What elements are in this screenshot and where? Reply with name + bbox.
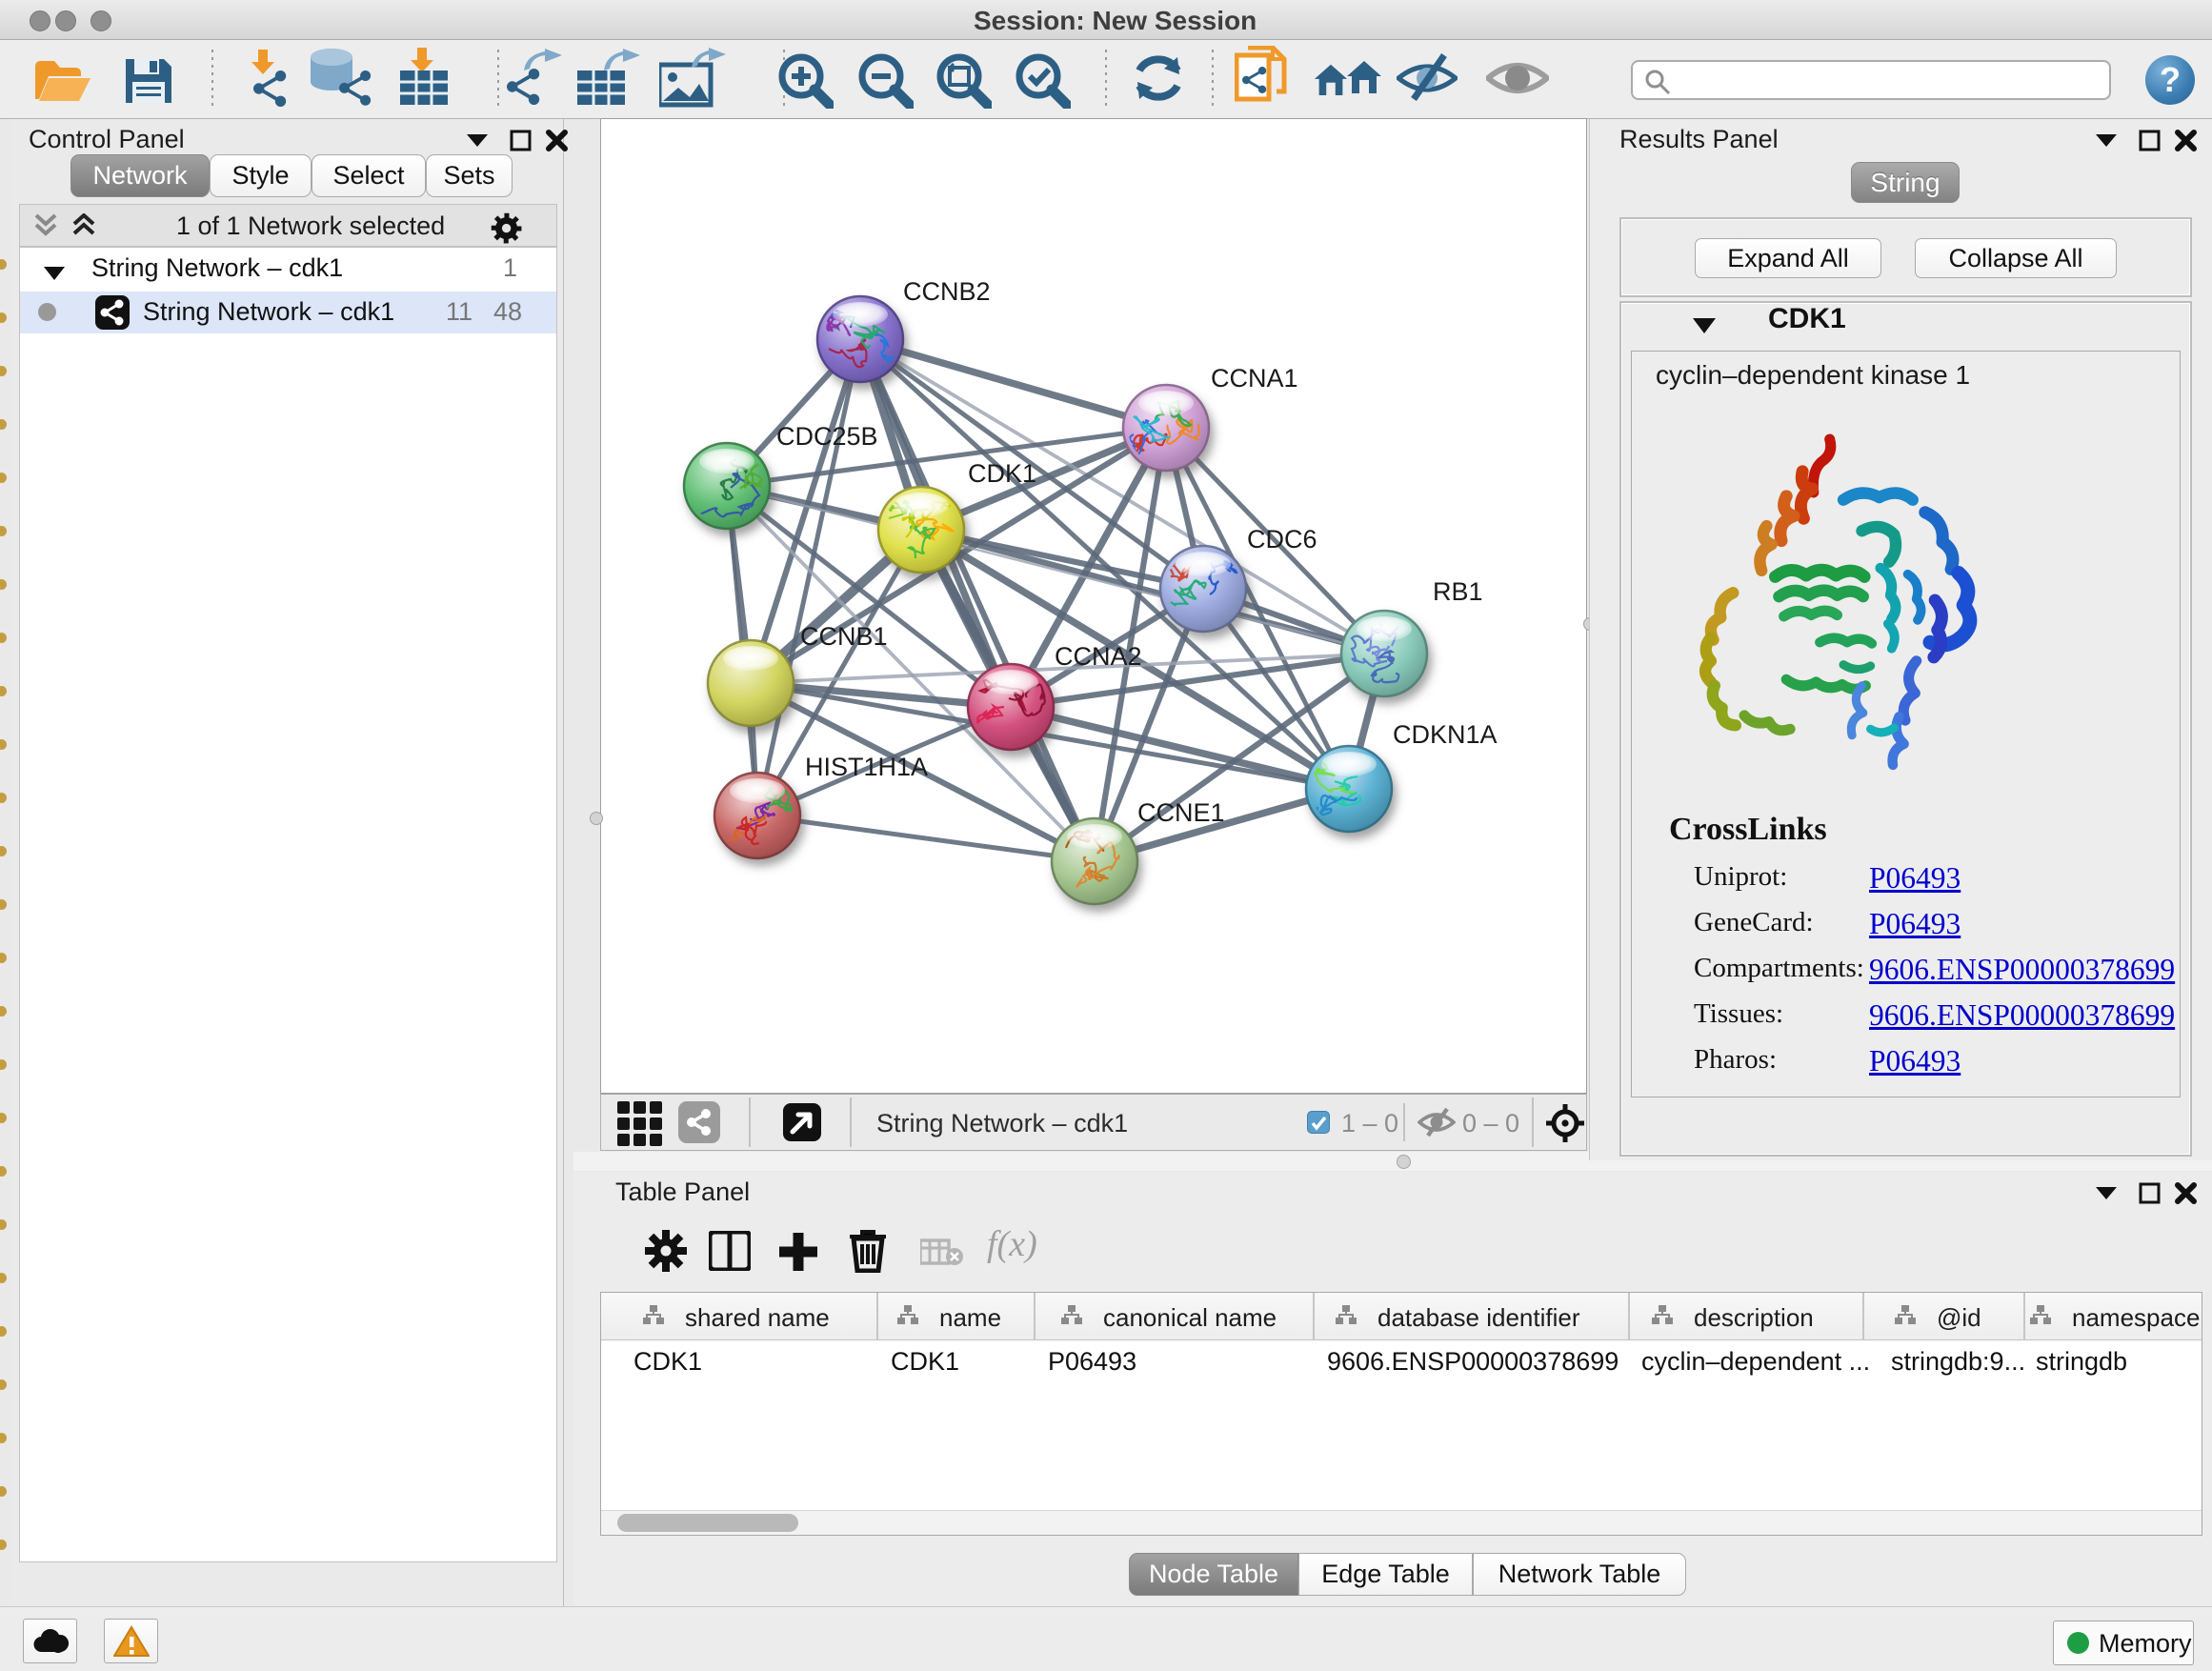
svg-text:RB1: RB1 [1433,577,1483,606]
svg-text:CCNB1: CCNB1 [800,622,888,651]
svg-text:CCNB2: CCNB2 [903,277,991,306]
svg-text:CDC6: CDC6 [1247,525,1317,554]
svg-text:CCNE1: CCNE1 [1137,798,1225,827]
svg-text:CDK1: CDK1 [968,459,1036,488]
svg-text:CCNA1: CCNA1 [1211,364,1298,393]
svg-text:CDC25B: CDC25B [776,422,878,451]
svg-text:CDKN1A: CDKN1A [1393,720,1498,749]
svg-text:HIST1H1A: HIST1H1A [805,753,928,781]
svg-text:CCNA2: CCNA2 [1055,642,1142,671]
